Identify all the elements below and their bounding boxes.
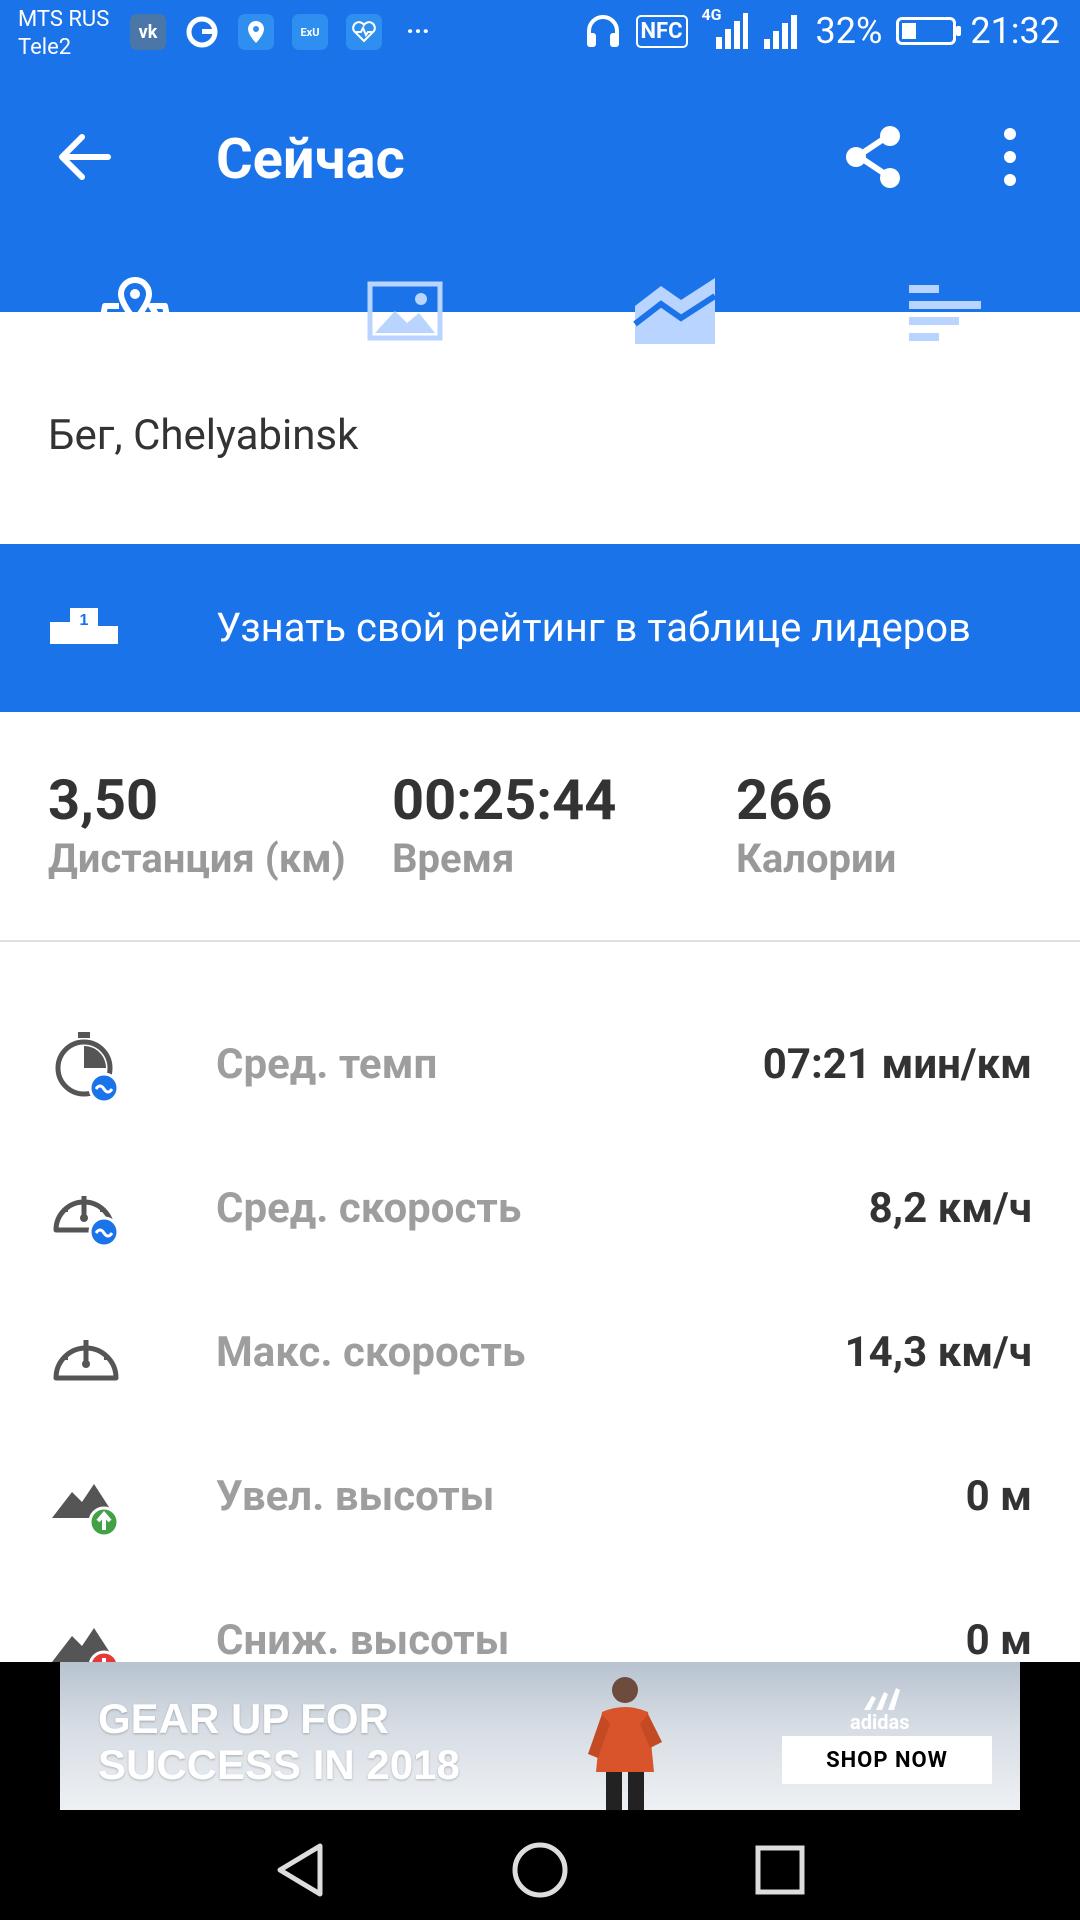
back-button[interactable] [50,122,120,192]
distance-value: 3,50 [48,767,159,833]
metric-row-avg-pace: Сред. темп 07:21 мин/км [0,1000,1080,1144]
square-recents-icon [755,1845,805,1895]
arrow-left-icon [59,134,111,180]
share-icon [846,126,900,188]
nav-recents-button[interactable] [750,1840,810,1900]
leaderboard-text: Узнать свой рейтинг в таблице лидеров [216,604,971,651]
health-icon [346,14,382,50]
carrier-info: MTS RUS Tele2 [18,6,109,62]
ad-headline-line-1: GEAR UP FOR [98,1695,389,1742]
activity-summary: 3,50 Дистанция (км) 00:25:44 Время 266 К… [0,760,1080,940]
avg-speed-icon [50,1174,120,1248]
clock: 21:32 [970,10,1060,52]
metric-value: 14,3 км/ч [844,1328,1032,1377]
image-icon [367,281,443,341]
metric-label: Сред. темп [216,1040,438,1089]
podium-icon: 1 [50,608,118,648]
ad-headline: GEAR UP FOR SUCCESS IN 2018 [98,1696,460,1788]
battery-icon [896,17,962,45]
distance-label: Дистанция (км) [48,835,346,882]
max-speed-icon [50,1318,120,1388]
ad-banner[interactable]: GEAR UP FOR SUCCESS IN 2018 adidas SHOP … [60,1662,1020,1810]
metric-value: 0 м [965,1616,1032,1665]
google-icon [184,14,220,50]
ad-headline-line-2: SUCCESS IN 2018 [98,1741,460,1788]
tab-map[interactable] [0,238,270,384]
calories-label: Калории [736,835,897,882]
signal-4g-icon: 4G [702,5,748,51]
more-dots-icon: ··· [406,17,430,47]
triangle-back-icon [277,1843,323,1897]
map-icon [96,276,174,341]
signal-icon [763,15,797,49]
chart-icon [633,278,717,344]
metric-label: Сред. скорость [216,1184,522,1233]
more-options-button[interactable] [990,122,1030,192]
metric-value: 07:21 мин/км [762,1040,1032,1089]
tab-charts[interactable] [540,238,810,384]
metric-label: Макс. скорость [216,1328,526,1377]
runner-image [588,1677,662,1810]
calories-value: 266 [736,767,833,833]
metric-row-max-speed: Макс. скорость 14,3 км/ч [0,1288,1080,1432]
nav-back-button[interactable] [270,1840,330,1900]
podium-rank: 1 [80,612,89,629]
more-vert-icon [1004,128,1016,186]
system-indicators: NFC 4G 32% 21:32 [584,5,1060,52]
divider [0,940,1080,942]
metric-row-avg-speed: Сред. скорость 8,2 км/ч [0,1144,1080,1288]
system-nav-bar [0,1810,1080,1920]
metric-value: 0 м [965,1472,1032,1521]
shop-now-button[interactable]: SHOP NOW [782,1736,992,1784]
metric-label: Сниж. высоты [216,1616,510,1665]
share-button[interactable] [840,122,910,192]
page-title: Сейчас [216,126,405,192]
nav-home-button[interactable] [510,1840,570,1900]
time-label: Время [392,835,515,882]
tab-photos[interactable] [270,238,540,384]
app-icon: ExU [292,14,328,50]
app-bar: Сейчас [0,72,1080,384]
brand-name: adidas [850,1710,910,1734]
adidas-logo: adidas [850,1688,914,1734]
maps-pin-icon [238,14,274,50]
avg-pace-icon [50,1030,120,1104]
leaderboard-banner[interactable]: 1 Узнать свой рейтинг в таблице лидеров [0,544,1080,712]
tab-bar [0,238,1080,384]
carrier-primary: MTS RUS [18,7,110,32]
stat-distance: 3,50 Дистанция (км) [48,760,346,882]
metric-value: 8,2 км/ч [868,1184,1032,1233]
activity-location: Бег, Chelyabinsk [48,411,359,460]
notification-icons: vk ExU ··· [130,14,436,50]
tab-splits[interactable] [810,238,1080,384]
stat-calories: 266 Калории [736,760,896,882]
status-bar: MTS RUS Tele2 vk ExU ··· NFC 4G 32% 21:3… [0,0,1080,72]
time-value: 00:25:44 [392,767,617,833]
nfc-icon: NFC [635,14,688,48]
circle-home-icon [512,1842,568,1898]
vk-icon: vk [130,14,166,50]
headphones-icon [586,15,619,47]
battery-percent: 32% [815,10,883,52]
carrier-secondary: Tele2 [18,35,72,60]
metric-row-elevation-gain: Увел. высоты 0 м [0,1432,1080,1576]
elevation-gain-icon [50,1462,120,1538]
stat-time: 00:25:44 Время [392,760,616,882]
splits-icon [909,285,981,341]
metric-label: Увел. высоты [216,1472,495,1521]
